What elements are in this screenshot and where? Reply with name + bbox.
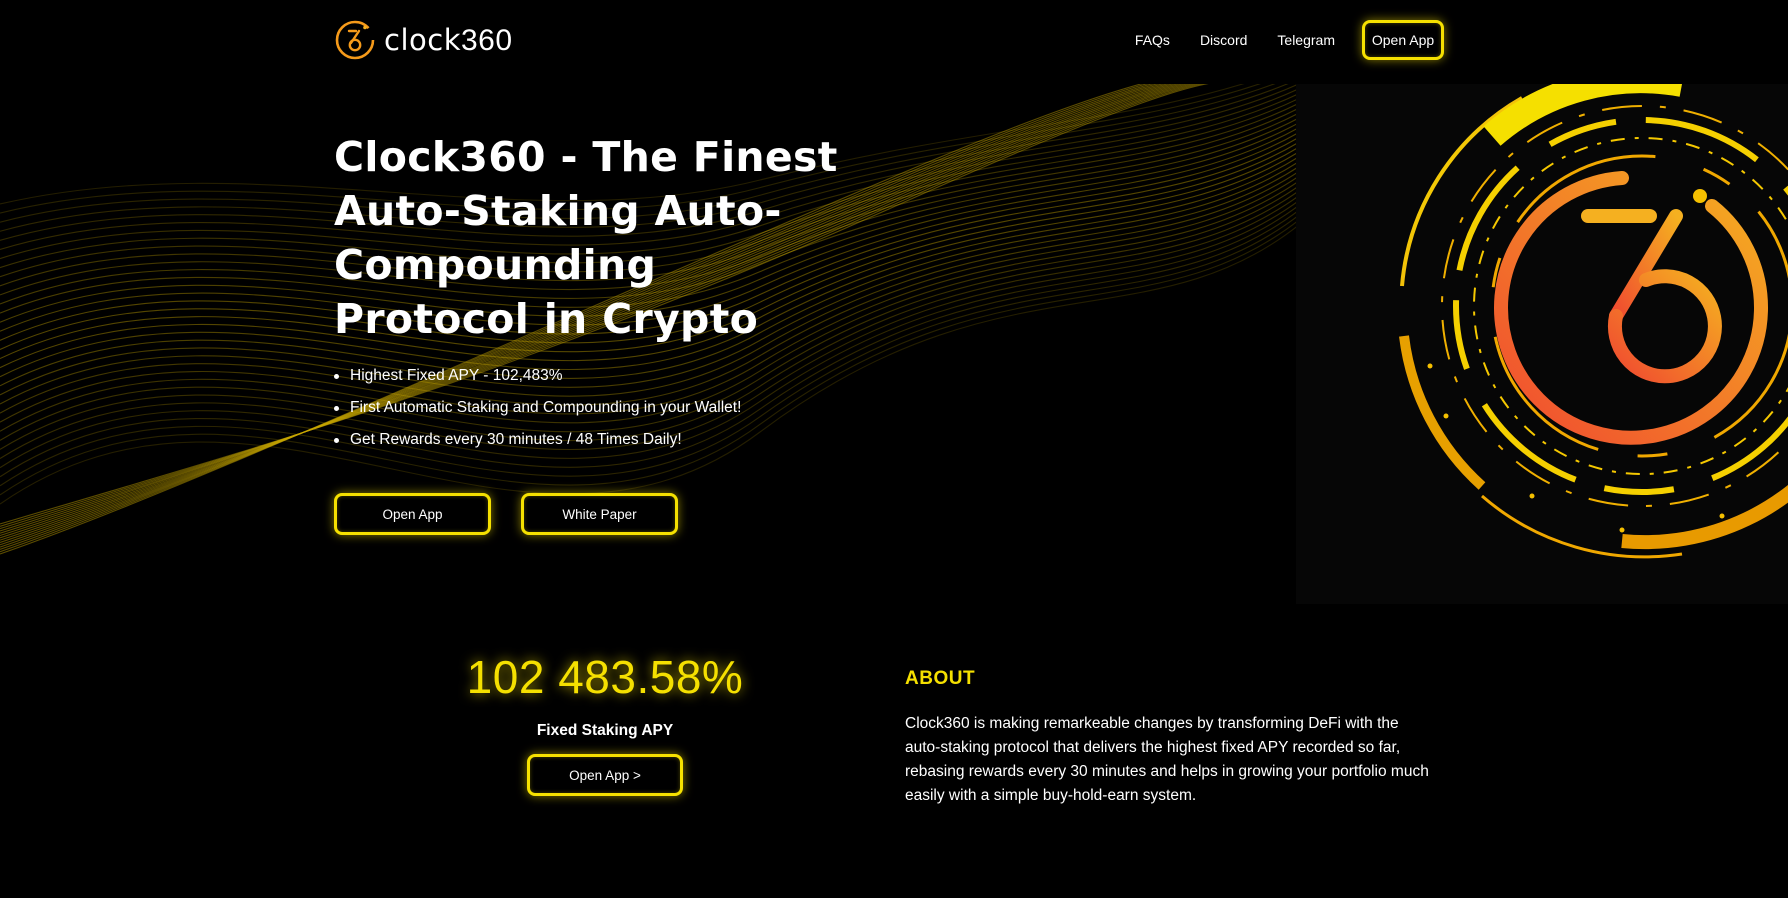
clock-ring-graphic: [1399, 84, 1788, 559]
hero-actions: Open App White Paper: [334, 493, 678, 535]
clock360-logo-icon: [335, 20, 375, 60]
feature-item: Highest Fixed APY - 102,483%: [334, 360, 854, 392]
nav-link-telegram[interactable]: Telegram: [1274, 32, 1338, 48]
main-nav: FAQs Discord Telegram Open App: [1132, 20, 1444, 60]
about-text: Clock360 is making remarkeable changes b…: [905, 715, 1429, 804]
hero-open-app-button[interactable]: Open App: [334, 493, 491, 535]
about-section: ABOUT Clock360 is making remarkeable cha…: [905, 668, 1435, 808]
hero-illustration: [1296, 84, 1788, 604]
hero-title: Clock360 - The Finest Auto-Staking Auto-…: [334, 130, 854, 346]
nav-link-faqs[interactable]: FAQs: [1132, 32, 1173, 48]
about-title: ABOUT: [905, 668, 976, 689]
hero-title-line: Auto-Staking Auto-: [334, 187, 782, 235]
brand-logo[interactable]: clock360: [334, 18, 513, 62]
apy-stat: 102 483.58% Fixed Staking APY Open App >: [400, 650, 810, 796]
apy-value: 102 483.58%: [466, 651, 744, 703]
hero-title-line: Compounding: [334, 241, 657, 289]
landing-page: clock360 FAQs Discord Telegram Open App …: [0, 0, 1788, 898]
white-paper-button[interactable]: White Paper: [521, 493, 678, 535]
hero-section: Clock360 - The Finest Auto-Staking Auto-…: [334, 130, 854, 456]
hero-feature-list: Highest Fixed APY - 102,483% First Autom…: [334, 360, 854, 456]
feature-item: Get Rewards every 30 minutes / 48 Times …: [334, 424, 854, 456]
stat-open-app-button[interactable]: Open App >: [527, 754, 683, 796]
nav-link-discord[interactable]: Discord: [1197, 32, 1250, 48]
hero-title-line: Protocol in Crypto: [334, 295, 759, 343]
brand-wordmark: clock360: [384, 22, 513, 57]
feature-item: First Automatic Staking and Compounding …: [334, 392, 854, 424]
hero-title-line: Clock360 - The Finest: [334, 133, 838, 181]
header-open-app-button[interactable]: Open App: [1362, 20, 1444, 60]
apy-label: Fixed Staking APY: [536, 722, 674, 739]
site-header: clock360 FAQs Discord Telegram Open App: [0, 0, 1788, 84]
